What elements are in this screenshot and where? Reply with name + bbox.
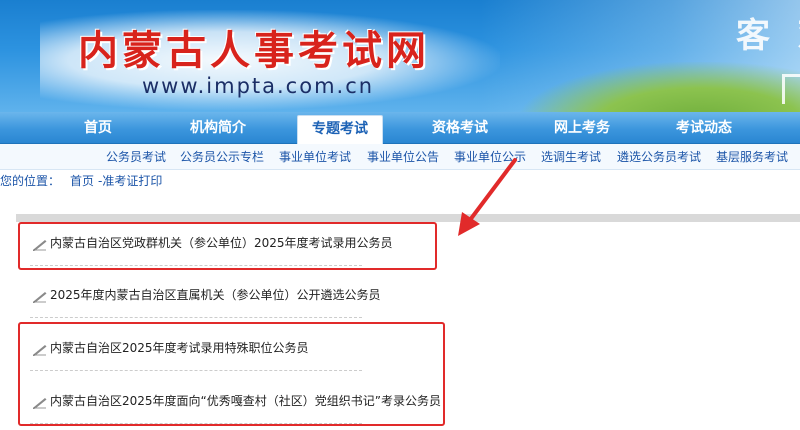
breadcrumb-home-link[interactable]: 首页 [70, 174, 94, 188]
main-nav: 首页 机构简介 专题考试 资格考试 网上考务 考试动态 [0, 112, 800, 144]
breadcrumb: 您的位置： 首页 -准考证打印 [0, 172, 162, 190]
pen-icon [33, 291, 47, 303]
subnav-institution-publicity[interactable]: 事业单位公示 [454, 144, 526, 170]
list-item-title[interactable]: 2025年度内蒙古自治区直属机关（参公单位）公开遴选公务员 [50, 288, 381, 302]
breadcrumb-current: -准考证打印 [98, 174, 163, 188]
nav-online-affairs[interactable]: 网上考务 [554, 112, 610, 144]
subnav-grassroots-service[interactable]: 基层服务考试 [716, 144, 788, 170]
annotation-box-2 [18, 322, 445, 426]
subnav-civil-servant-exam[interactable]: 公务员考试 [106, 144, 166, 170]
subnav-institution-exam[interactable]: 事业单位考试 [279, 144, 351, 170]
nav-special-exams[interactable]: 专题考试 [297, 115, 383, 144]
header-banner: 内蒙古人事考试网 www.impta.com.cn 客 观 [0, 0, 800, 112]
nav-home[interactable]: 首页 [84, 112, 112, 144]
banner-slogan-fragment [782, 74, 800, 104]
annotation-box-1 [18, 222, 437, 270]
subnav-civil-servant-selection[interactable]: 遴选公务员考试 [617, 144, 701, 170]
banner-hill [520, 62, 800, 112]
list-item[interactable]: 2025年度内蒙古自治区直属机关（参公单位）公开遴选公务员 [32, 284, 381, 306]
breadcrumb-label: 您的位置： [0, 174, 61, 188]
subnav-selected-graduates[interactable]: 选调生考试 [541, 144, 601, 170]
subnav-institution-announce[interactable]: 事业单位公告 [367, 144, 439, 170]
banner-slogan: 客 观 [736, 16, 800, 56]
site-url: www.impta.com.cn [142, 74, 375, 98]
site-title: 内蒙古人事考试网 [78, 27, 430, 74]
nav-about[interactable]: 机构简介 [190, 112, 246, 144]
sub-nav: 公务员考试 公务员公示专栏 事业单位考试 事业单位公告 事业单位公示 选调生考试… [0, 144, 800, 170]
subnav-civil-servant-notice[interactable]: 公务员公示专栏 [180, 144, 264, 170]
nav-qualification-exams[interactable]: 资格考试 [432, 112, 488, 144]
content-header-bar [16, 214, 800, 222]
list-divider [30, 317, 362, 318]
nav-exam-news[interactable]: 考试动态 [676, 112, 732, 144]
